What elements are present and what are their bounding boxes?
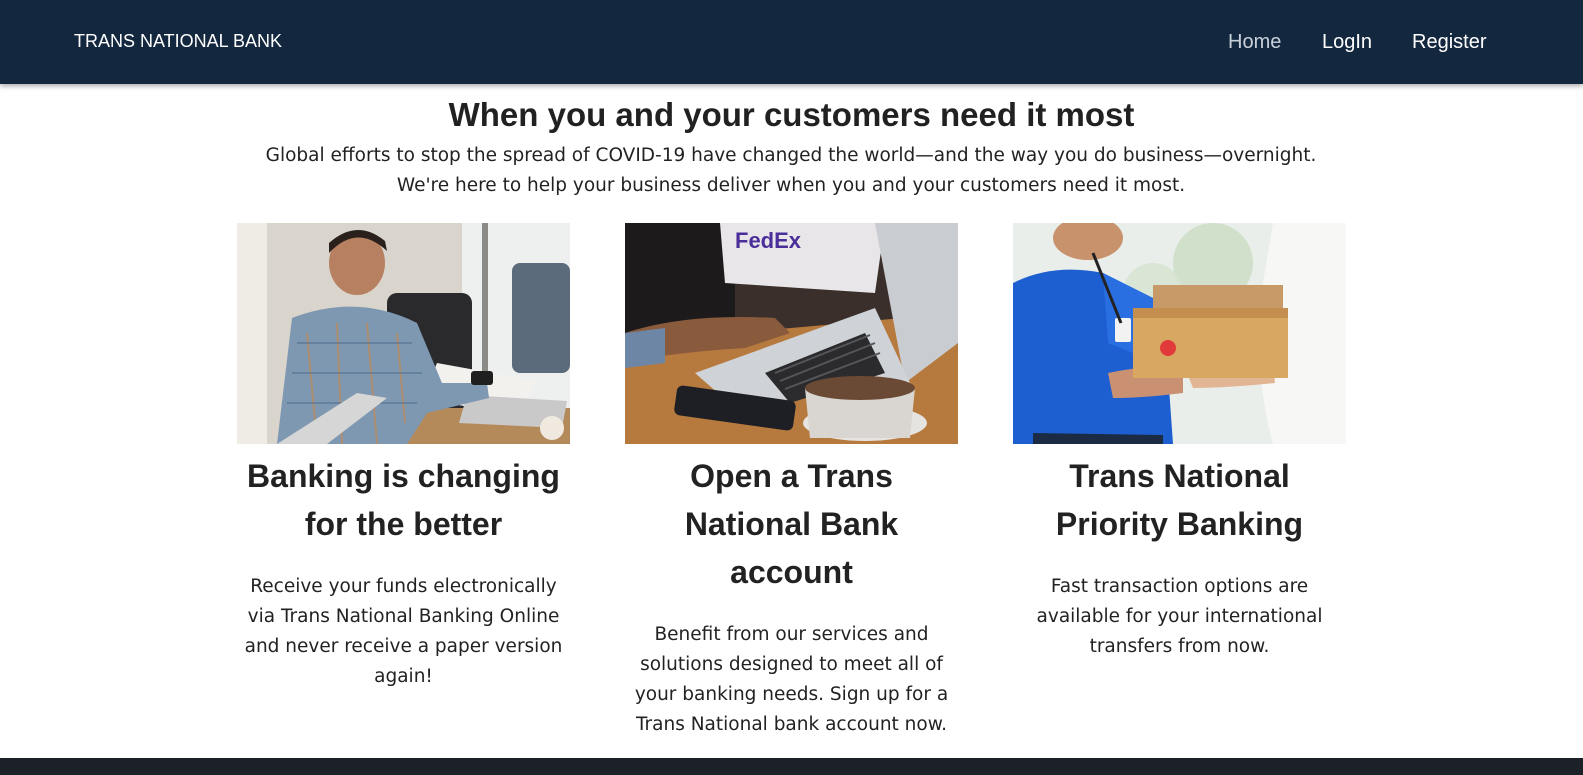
svg-text:FedEx: FedEx xyxy=(735,228,802,253)
nav-login-link[interactable]: LogIn xyxy=(1322,31,1372,54)
brand-logo-link[interactable]: TRANS NATIONAL BANK xyxy=(74,31,282,52)
nav-register-link[interactable]: Register xyxy=(1412,31,1486,54)
page-footer xyxy=(0,758,1583,775)
feature-card-open-account: FedEx Open a Trans National Bank account… xyxy=(625,223,958,740)
card-title: Trans National Priority Banking xyxy=(1055,458,1304,542)
card-image-laptop-coffee: FedEx xyxy=(625,223,958,444)
card-title: Banking is changing for the better xyxy=(247,458,560,542)
card-image-man-with-phone xyxy=(237,223,570,444)
hero-description: Global efforts to stop the spread of COV… xyxy=(265,145,1317,196)
feature-card-online-banking: Banking is changing for the better Recei… xyxy=(237,223,570,692)
card-text: Receive your funds electronically via Tr… xyxy=(244,576,563,687)
card-image-courier-boxes xyxy=(1013,223,1346,444)
feature-card-priority-banking: Trans National Priority Banking Fast tra… xyxy=(1013,223,1346,662)
card-title: Open a Trans National Bank account xyxy=(684,458,899,590)
nav-home-link[interactable]: Home xyxy=(1228,31,1281,54)
card-text: Fast transaction options are available f… xyxy=(1036,576,1323,657)
top-navbar: TRANS NATIONAL BANK Home LogIn Register xyxy=(0,0,1583,84)
hero-title: When you and your customers need it most xyxy=(448,96,1135,133)
card-text: Benefit from our services and solutions … xyxy=(634,624,949,735)
